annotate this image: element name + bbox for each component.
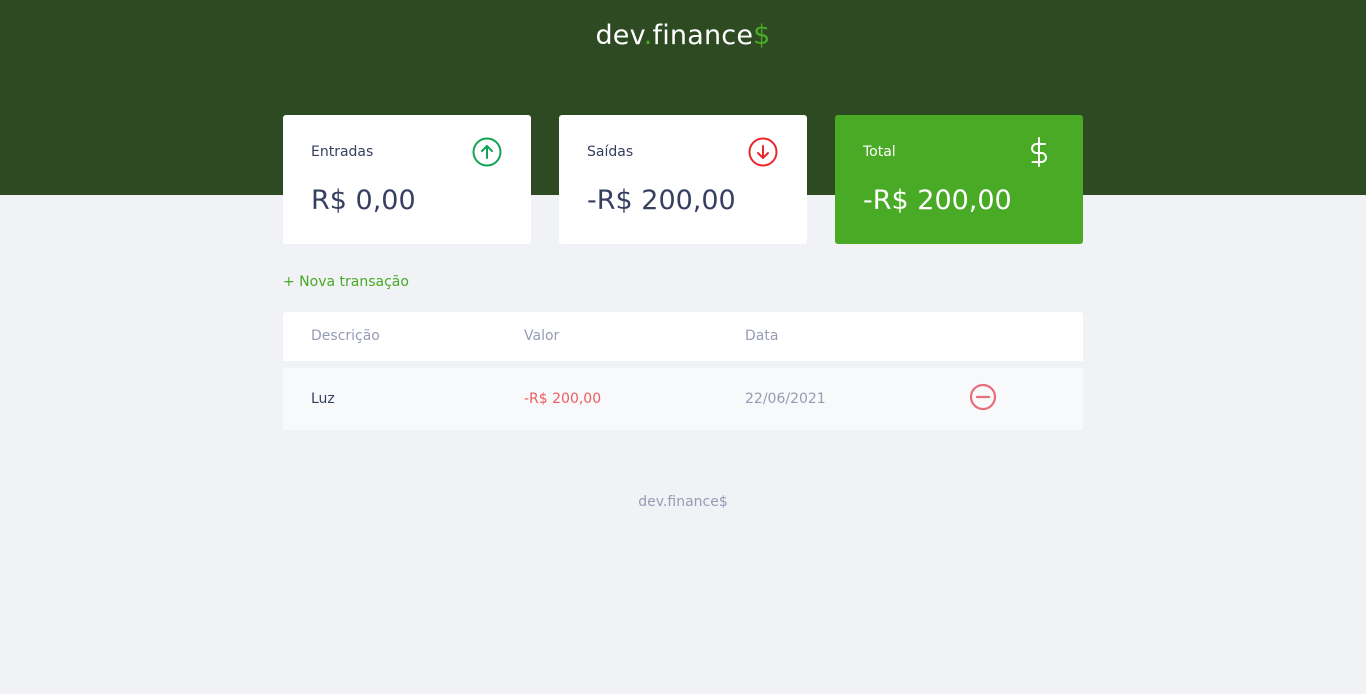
income-value: R$ 0,00: [311, 185, 416, 216]
remove-transaction-icon[interactable]: [969, 383, 997, 411]
transaction-description: Luz: [311, 391, 335, 407]
expense-card: Saídas -R$ 200,00: [559, 115, 807, 244]
dollar-sign-icon: [1031, 137, 1047, 167]
logo-dollar: $: [753, 20, 771, 51]
expense-value: -R$ 200,00: [587, 185, 736, 216]
income-label: Entradas: [311, 144, 374, 160]
logo-text-dev: dev: [595, 20, 644, 51]
total-label: Total: [863, 144, 896, 160]
expense-label: Saídas: [587, 144, 634, 160]
logo-text-finance: finance: [652, 20, 754, 51]
transaction-amount: -R$ 200,00: [524, 391, 602, 407]
transaction-date: 22/06/2021: [745, 391, 826, 407]
income-card: Entradas R$ 0,00: [283, 115, 531, 244]
column-header-description: Descrição: [311, 328, 380, 344]
table-header: Descrição Valor Data: [283, 312, 1083, 361]
arrow-up-circle-icon: [472, 137, 502, 167]
column-header-date: Data: [745, 328, 779, 344]
arrow-down-circle-icon: [748, 137, 778, 167]
new-transaction-link[interactable]: + Nova transação: [283, 274, 409, 290]
total-value: -R$ 200,00: [863, 185, 1012, 216]
table-row: Luz -R$ 200,00 22/06/2021: [283, 368, 1083, 430]
app-logo: dev.finance$: [0, 20, 1366, 51]
total-card: Total -R$ 200,00: [835, 115, 1083, 244]
logo-dot: .: [643, 20, 653, 51]
footer-text: dev.finance$: [638, 494, 728, 510]
column-header-amount: Valor: [524, 328, 560, 344]
